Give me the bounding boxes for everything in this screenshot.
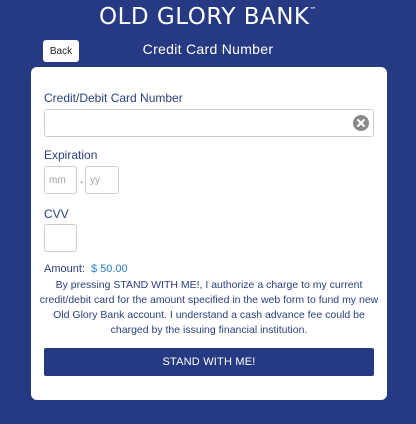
payment-form-card: Credit/Debit Card Number Expiration . CV… xyxy=(31,67,387,400)
cvv-input[interactable] xyxy=(44,224,77,252)
expiration-month-input[interactable] xyxy=(44,166,77,194)
cvv-label: CVV xyxy=(44,207,69,221)
authorization-disclaimer: By pressing STAND WITH ME!, I authorize … xyxy=(39,279,379,336)
amount-value: $ 50.00 xyxy=(90,263,128,275)
trademark-mark: ™ xyxy=(309,6,318,14)
stand-with-me-button[interactable]: STAND WITH ME! xyxy=(44,348,374,376)
card-number-input[interactable] xyxy=(45,110,357,134)
amount-row: Amount: $ 50.00 xyxy=(44,263,128,275)
expiration-year-input[interactable] xyxy=(85,166,119,194)
brand-name: OLD GLORY BANK xyxy=(98,4,310,30)
date-separator: . xyxy=(80,172,84,186)
card-number-field-wrapper xyxy=(44,109,374,137)
amount-label: Amount: xyxy=(44,263,85,275)
expiration-label: Expiration xyxy=(44,148,98,162)
page-title: Credit Card Number xyxy=(142,41,274,57)
bank-logo: OLD GLORY BANK™ xyxy=(0,4,416,30)
clear-icon[interactable] xyxy=(353,115,369,131)
card-number-label: Credit/Debit Card Number xyxy=(44,91,183,105)
